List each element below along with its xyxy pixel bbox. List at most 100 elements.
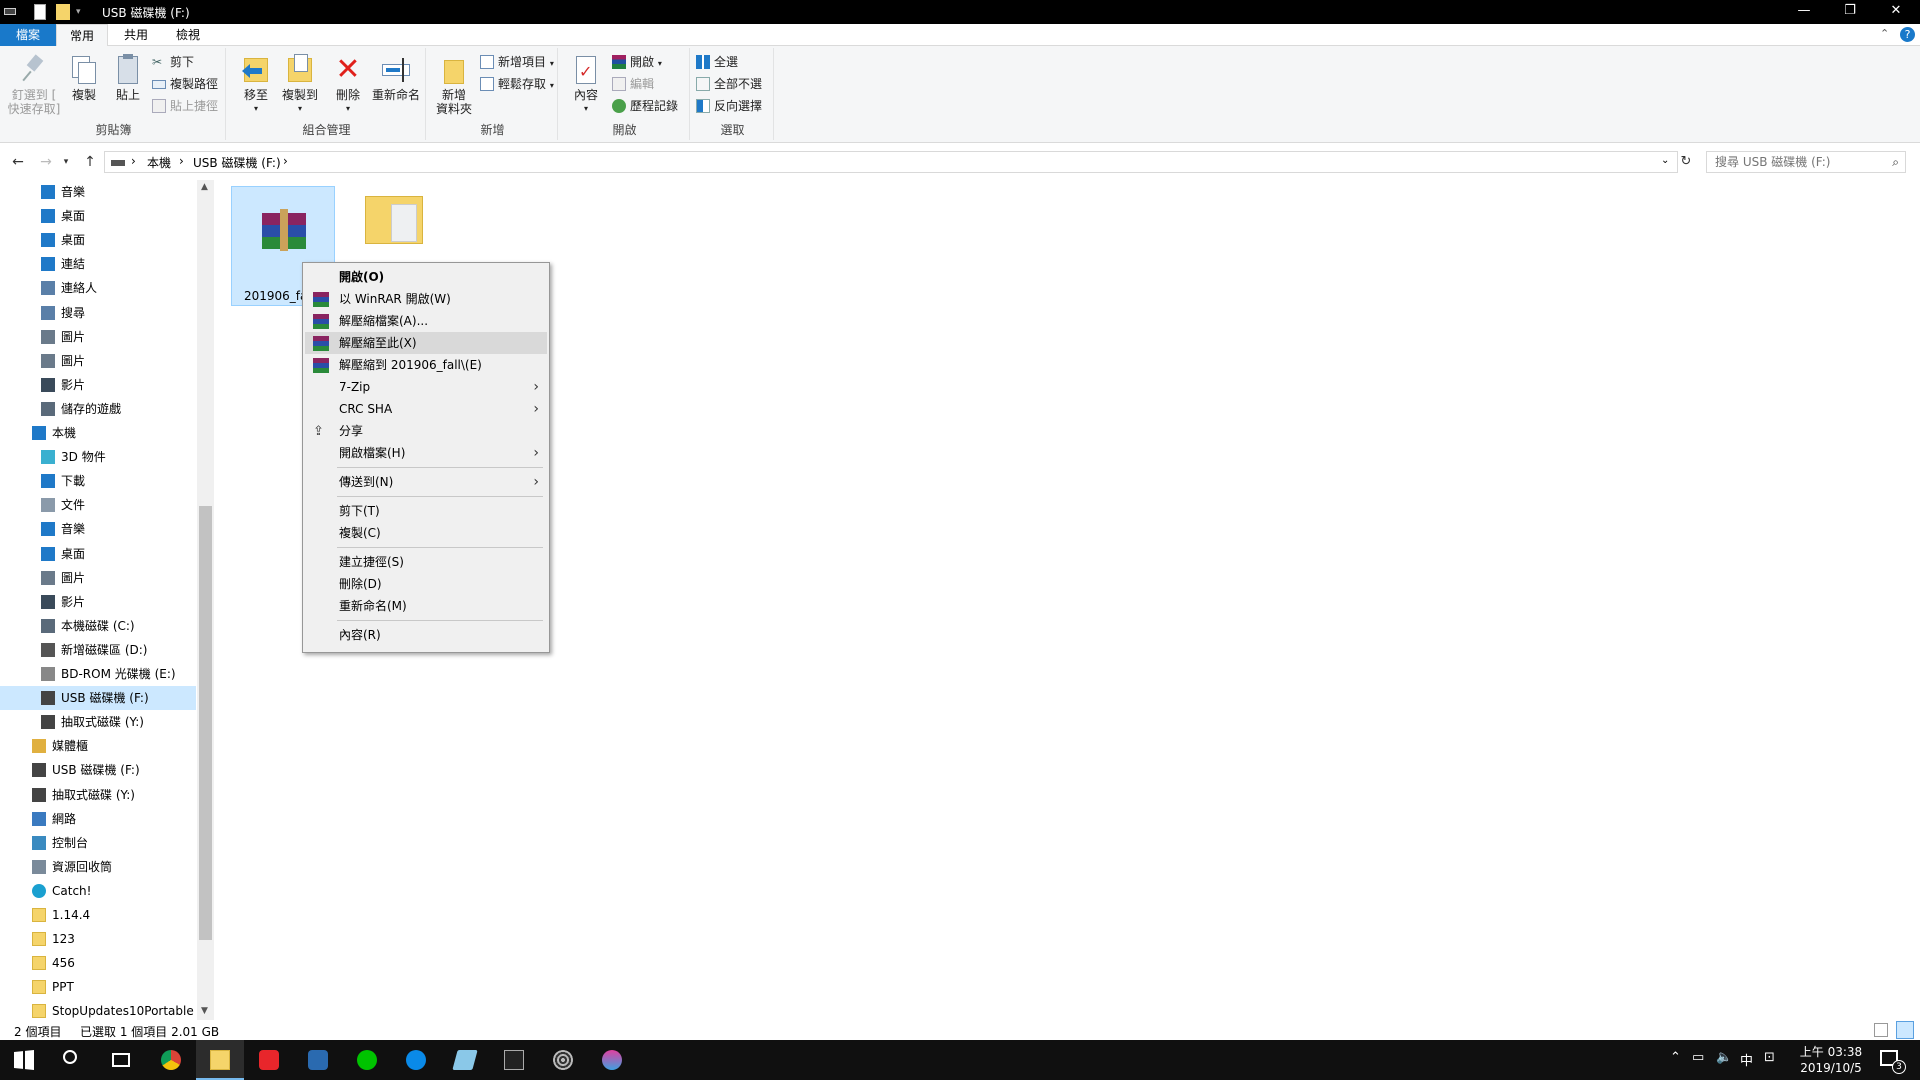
copy-path-button[interactable]: 複製路徑 [150,74,218,94]
taskbar-button[interactable] [539,1040,587,1080]
nav-item[interactable]: 圖片 [0,349,196,373]
select-all-button[interactable]: 全選 [694,52,738,72]
menu-item[interactable]: ⇪ 分享 [305,420,547,442]
nav-item[interactable]: 影片 [0,590,196,614]
nav-item[interactable]: 連結 [0,252,196,276]
nav-item[interactable]: 圖片 [0,566,196,590]
forward-button[interactable]: → [36,152,56,172]
nav-item[interactable]: 媒體櫃 [0,734,196,758]
taskbar-button[interactable] [392,1040,440,1080]
menu-item[interactable]: 重新命名(M) [305,595,547,617]
customize-quick-access-icon[interactable]: ▾ [76,4,86,20]
close-button[interactable]: ✕ [1873,0,1919,24]
help-icon[interactable]: ? [1900,27,1915,42]
search-input[interactable] [1707,152,1877,172]
nav-item[interactable]: 本機 [0,421,196,445]
menu-item[interactable]: 以 WinRAR 開啟(W) [305,288,547,310]
restore-button[interactable]: ❐ [1827,0,1873,24]
up-button[interactable]: ↑ [80,152,100,172]
scroll-down-icon[interactable]: ▼ [201,1006,208,1016]
tab-view[interactable]: 檢視 [164,24,212,46]
taskbar-button[interactable] [294,1040,342,1080]
clock[interactable]: 上午 03:38 2019/10/5 [1790,1044,1872,1076]
rename-button[interactable]: 重新命名 [368,50,424,118]
new-folder-button[interactable]: 新增 資料夾 [432,50,476,118]
taskbar-button[interactable] [441,1040,489,1080]
nav-item[interactable]: 資源回收筒 [0,855,196,879]
volume-icon[interactable]: 🔈 [1716,1050,1732,1065]
nav-item[interactable]: 音樂 [0,180,196,204]
nav-item[interactable]: 456 [0,951,196,975]
nav-item[interactable]: Catch! [0,879,196,903]
nav-item[interactable]: 下載 [0,469,196,493]
nav-item[interactable]: USB 磁碟機 (F:) [0,686,196,711]
invert-selection-button[interactable]: 反向選擇 [694,96,762,116]
menu-item[interactable]: 開啟檔案(H) › [305,442,547,464]
taskbar-button[interactable] [588,1040,636,1080]
nav-item[interactable]: PPT [0,975,196,999]
nav-item[interactable]: 桌面 [0,542,196,566]
open-button[interactable]: 開啟 ▾ [610,52,662,72]
tab-home[interactable]: 常用 [56,24,108,47]
nav-item[interactable]: 圖片 [0,325,196,349]
nav-item[interactable]: 新增磁碟區 (D:) [0,638,196,662]
menu-item[interactable]: 傳送到(N) › [305,471,547,493]
menu-item[interactable]: 剪下(T) [305,500,547,522]
nav-scrollbar[interactable]: ▲ ▼ [197,180,214,1020]
menu-item[interactable]: 解壓縮至此(X) [305,332,547,354]
ime-indicator[interactable]: 中 [1740,1050,1753,1069]
taskbar-button[interactable] [490,1040,538,1080]
paste-button[interactable]: 貼上 [106,50,150,118]
new-folder-quick-icon[interactable] [56,4,70,20]
properties-quick-icon[interactable] [34,4,46,20]
menu-item[interactable]: CRC SHA › [305,398,547,420]
history-button[interactable]: 歷程記錄 [610,96,678,116]
action-center-icon[interactable]: 3 [1880,1050,1906,1074]
nav-item[interactable]: 抽取式磁碟 (Y:) [0,710,196,734]
search-icon[interactable]: ⌕ [1892,155,1899,170]
minimize-button[interactable]: — [1781,0,1827,24]
address-box[interactable]: › 本機 › USB 磁碟機 (F:) › ⌄ [104,151,1678,173]
nav-item[interactable]: 桌面 [0,228,196,252]
menu-item[interactable]: 建立捷徑(S) [305,551,547,573]
nav-item[interactable]: 音樂 [0,517,196,541]
taskbar-button[interactable] [343,1040,391,1080]
properties-button[interactable]: ✓ 內容 ▾ [564,50,608,118]
new-item-button[interactable]: 新增項目 ▾ [478,52,554,72]
menu-item[interactable]: 內容(R) [305,624,547,646]
nav-item[interactable]: 搜尋 [0,301,196,325]
pin-quick-access-button[interactable]: 釘選到 [ 快速存取] [6,50,62,118]
tab-share[interactable]: 共用 [112,24,160,46]
select-none-button[interactable]: 全部不選 [694,74,762,94]
cut-button[interactable]: ✂ 剪下 [150,52,194,72]
nav-item[interactable]: 網路 [0,807,196,831]
ime-mode-icon[interactable]: ⊡ [1764,1050,1775,1065]
nav-item[interactable]: 桌面 [0,204,196,228]
menu-item[interactable]: 開啟(O) [305,266,547,288]
back-button[interactable]: ← [8,152,28,172]
edit-button[interactable]: 編輯 [610,74,654,94]
menu-item[interactable]: 複製(C) [305,522,547,544]
nav-item[interactable]: 控制台 [0,831,196,855]
scrollbar-thumb[interactable] [199,506,212,940]
large-icons-view-icon[interactable] [1896,1021,1914,1039]
paste-shortcut-button[interactable]: 貼上捷徑 [150,96,218,116]
nav-item[interactable]: 1.14.4 [0,903,196,927]
taskbar-button[interactable] [0,1040,48,1080]
menu-item[interactable]: 解壓縮檔案(A)... [305,310,547,332]
breadcrumb-usb-drive[interactable]: USB 磁碟機 (F:) [193,154,281,171]
address-dropdown-icon[interactable]: ⌄ [1661,155,1669,166]
nav-item[interactable]: 本機磁碟 (C:) [0,614,196,638]
nav-item[interactable]: 123 [0,927,196,951]
taskbar-button[interactable] [49,1040,97,1080]
nav-item[interactable]: 文件 [0,493,196,517]
tab-file[interactable]: 檔案 [0,24,56,46]
copy-button[interactable]: 複製 [62,50,106,118]
collapse-ribbon-icon[interactable]: ⌃ [1880,27,1889,40]
menu-item[interactable]: 解壓縮到 201906_fall\(E) [305,354,547,376]
menu-item[interactable]: 刪除(D) [305,573,547,595]
nav-item[interactable]: 抽取式磁碟 (Y:) [0,783,196,807]
nav-item[interactable]: 3D 物件 [0,445,196,469]
details-view-icon[interactable] [1874,1023,1888,1037]
taskbar-button[interactable] [196,1040,244,1080]
